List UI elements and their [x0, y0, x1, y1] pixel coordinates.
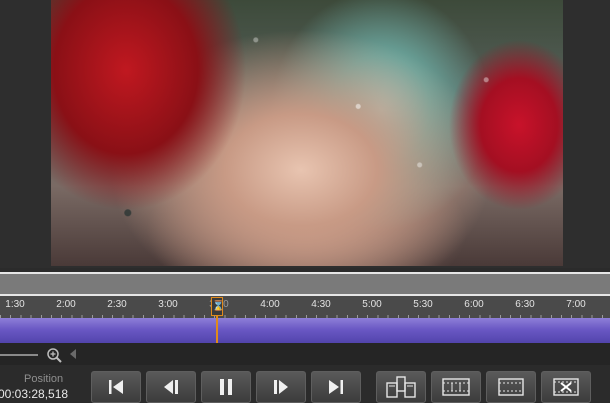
tick-label: 4:00 [260, 299, 280, 310]
go-to-end-button[interactable] [311, 371, 361, 403]
timeline-ruler[interactable]: 1:30 2:00 2:30 3:00 3:30 4:00 4:30 5:00 … [0, 294, 610, 320]
tick-label: 6:30 [515, 299, 535, 310]
go-to-start-button[interactable] [91, 371, 141, 403]
film-strip-button[interactable] [431, 371, 481, 403]
playhead-handle[interactable]: ⌛ [211, 297, 225, 316]
tick-label: 6:00 [464, 299, 484, 310]
video-frame [51, 0, 563, 266]
previous-frame-button[interactable] [146, 371, 196, 403]
zoom-slider[interactable] [0, 354, 38, 356]
film-strip-icon [442, 378, 470, 396]
tick-label: 2:00 [56, 299, 76, 310]
scroll-left-arrow-icon[interactable] [70, 349, 76, 359]
pause-icon [220, 379, 232, 395]
tick-label: 5:00 [362, 299, 382, 310]
zoom-in-icon[interactable] [46, 347, 64, 363]
frame-icon [498, 378, 524, 396]
position-label: Position [24, 373, 64, 385]
tick-label: 4:30 [311, 299, 331, 310]
position-value: 00:03:28,518 [0, 387, 69, 401]
next-frame-button[interactable] [256, 371, 306, 403]
tick-label: 5:30 [413, 299, 433, 310]
skip-start-icon [109, 380, 123, 394]
video-frame-texture [51, 0, 563, 266]
tick-label: 7:00 [566, 299, 586, 310]
preview-divider-bar[interactable] [0, 272, 610, 296]
pause-button[interactable] [201, 371, 251, 403]
skip-end-icon [329, 380, 343, 394]
delete-segment-button[interactable] [541, 371, 591, 403]
video-preview-area [0, 0, 610, 268]
split-clip-icon [386, 376, 416, 398]
tick-label: 1:30 [5, 299, 25, 310]
frame-button[interactable] [486, 371, 536, 403]
step-back-icon [164, 380, 178, 394]
video-track[interactable] [0, 318, 610, 343]
zoom-bar [0, 343, 610, 365]
split-button[interactable] [376, 371, 426, 403]
playback-controls: Position 00:03:28,518 [0, 365, 610, 403]
delete-segment-icon [553, 378, 579, 396]
playhead-grip-icon: ⌛ [212, 301, 225, 312]
tick-label: 2:30 [107, 299, 127, 310]
playhead-line [216, 316, 218, 345]
step-forward-icon [274, 380, 288, 394]
tick-label: 3:00 [158, 299, 178, 310]
